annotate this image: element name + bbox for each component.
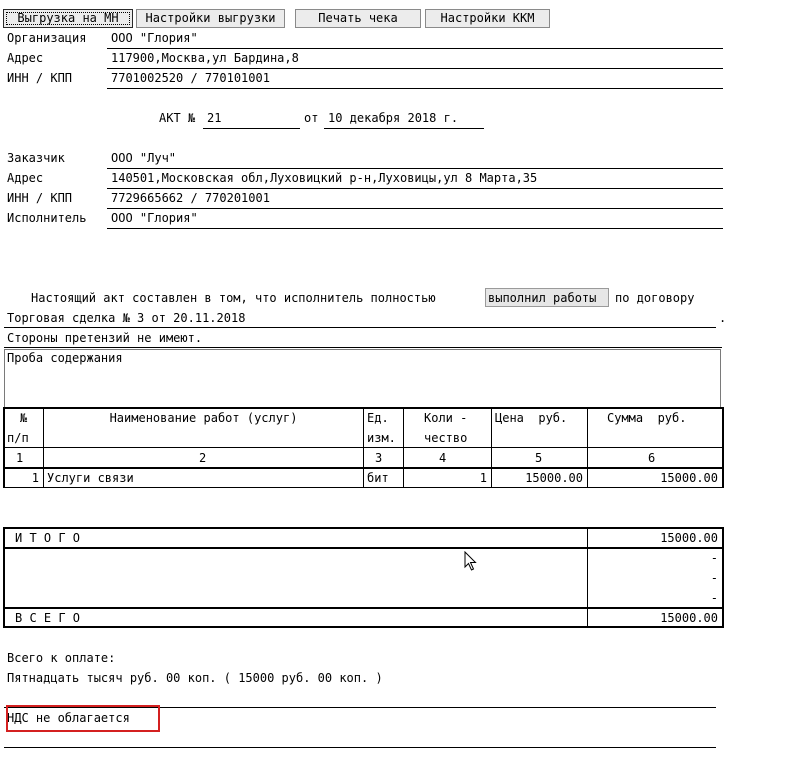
col-number: 3 — [375, 451, 383, 465]
work-status-value[interactable]: выполнил работы — [488, 291, 596, 305]
dash-value: - — [710, 571, 718, 585]
col-header-unit: Ед. — [367, 411, 389, 425]
col-header-qty: Коли - — [424, 411, 468, 425]
col-number: 6 — [648, 451, 656, 465]
col-header-unit-2: изм. — [367, 431, 396, 445]
divider — [107, 168, 723, 169]
contract-dot: . — [719, 311, 727, 325]
act-title-label: АКТ № — [159, 111, 196, 125]
col-header-name: Наименование работ (услуг) — [109, 411, 298, 425]
executor-value[interactable]: ООО "Глория" — [111, 211, 198, 225]
mouse-cursor-icon — [464, 551, 477, 571]
statement-text: Настоящий акт составлен в том, что испол… — [31, 291, 436, 305]
memo-text[interactable]: Проба содержания — [7, 351, 123, 365]
col-header-num: № — [19, 411, 28, 425]
dash-value: - — [710, 551, 718, 565]
no-claims-text: Стороны претензий не имеют. — [7, 331, 203, 345]
divider — [4, 347, 722, 348]
org-inn-label: ИНН / КПП — [7, 71, 73, 85]
customer-label: Заказчик — [7, 151, 65, 165]
org-value[interactable]: ООО "Глория" — [111, 31, 198, 45]
divider — [4, 747, 716, 748]
divider — [107, 188, 723, 189]
row-name[interactable]: Услуги связи — [47, 471, 134, 485]
customer-inn-label: ИНН / КПП — [7, 191, 73, 205]
act-number[interactable]: 21 — [207, 111, 221, 125]
itogo-label: И Т О Г О — [15, 531, 81, 545]
kkm-settings-button[interactable]: Настройки ККМ — [425, 9, 550, 28]
divider — [107, 208, 723, 209]
org-address-value[interactable]: 117900,Москва,ул Бардина,8 — [111, 51, 299, 65]
row-qty[interactable]: 1 — [404, 471, 487, 485]
highlight-box — [6, 705, 160, 732]
divider — [107, 68, 723, 69]
payment-label: Всего к оплате: — [7, 651, 116, 665]
divider — [107, 228, 723, 229]
row-price[interactable]: 15000.00 — [492, 471, 583, 485]
col-header-price: Цена руб. — [495, 411, 568, 425]
divider — [324, 128, 484, 129]
col-number: 1 — [16, 451, 24, 465]
print-receipt-button[interactable]: Печать чека — [295, 9, 421, 28]
statement-suffix: по договору — [615, 291, 695, 305]
export-mn-button[interactable]: Выгрузка на МН — [3, 9, 133, 28]
itogo-value: 15000.00 — [660, 531, 718, 545]
col-number: 5 — [535, 451, 543, 465]
org-label: Организация — [7, 31, 87, 45]
org-address-label: Адрес — [7, 51, 44, 65]
executor-label: Исполнитель — [7, 211, 87, 225]
customer-value[interactable]: ООО "Луч" — [111, 151, 176, 165]
customer-address-value[interactable]: 140501,Московская обл,Луховицкий р-н,Лух… — [111, 171, 537, 185]
divider — [203, 128, 300, 129]
row-num: 1 — [31, 471, 39, 485]
customer-address-label: Адрес — [7, 171, 44, 185]
row-unit[interactable]: бит — [367, 471, 389, 485]
col-number: 2 — [199, 451, 207, 465]
col-header-qty-2: чество — [424, 431, 468, 445]
divider — [4, 327, 716, 328]
divider — [107, 48, 723, 49]
vsego-value: 15000.00 — [660, 611, 718, 625]
export-settings-button[interactable]: Настройки выгрузки — [136, 9, 285, 28]
payment-in-words: Пятнадцать тысяч руб. 00 коп. ( 15000 ру… — [7, 671, 383, 685]
vsego-label: В С Е Г О — [15, 611, 81, 625]
act-from-label: от — [304, 111, 319, 125]
act-date[interactable]: 10 декабря 2018 г. — [328, 111, 458, 125]
contract-value[interactable]: Торговая сделка № 3 от 20.11.2018 — [7, 311, 245, 325]
col-header-sum: Сумма руб. — [607, 411, 687, 425]
customer-inn-value[interactable]: 7729665662 / 770201001 — [111, 191, 270, 205]
col-header-num-2: п/п — [7, 431, 29, 445]
dash-value: - — [710, 591, 718, 605]
row-sum[interactable]: 15000.00 — [588, 471, 718, 485]
org-inn-value[interactable]: 7701002520 / 770101001 — [111, 71, 270, 85]
col-number: 4 — [439, 451, 447, 465]
divider — [107, 88, 723, 89]
